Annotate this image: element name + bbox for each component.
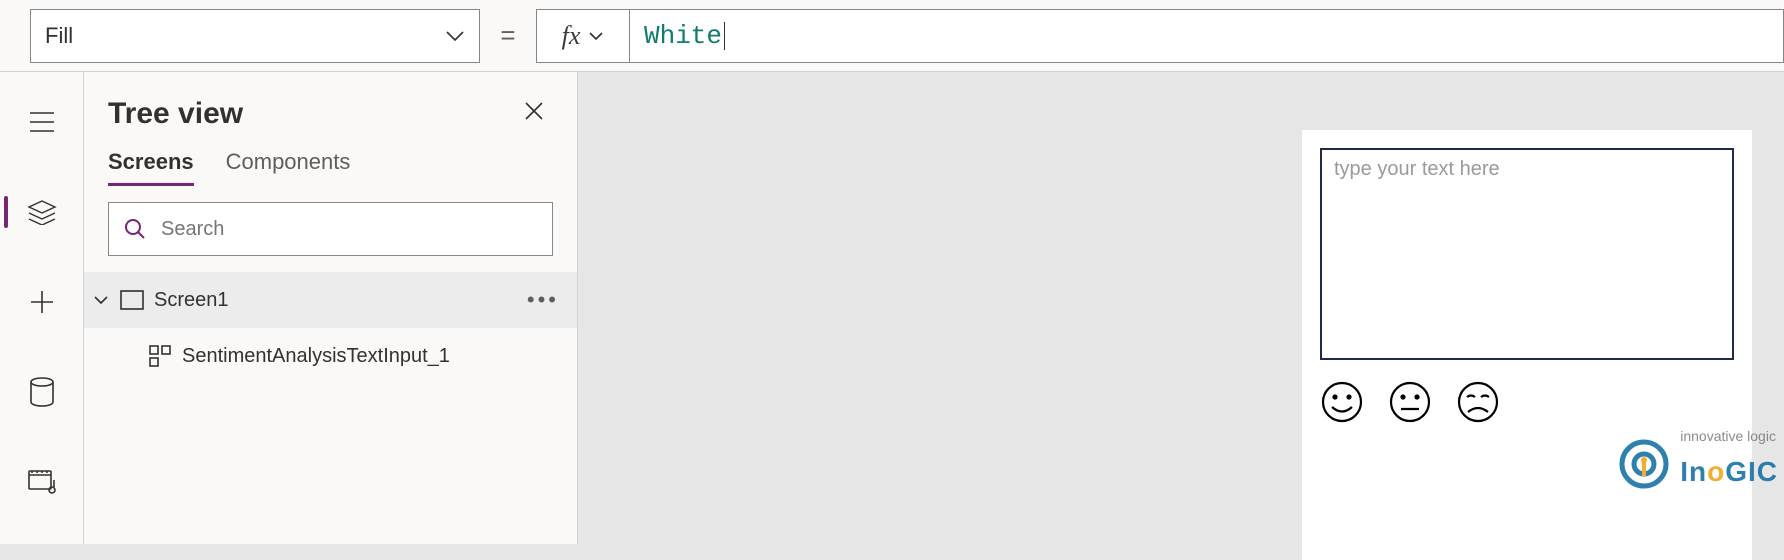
property-selector-label: Fill: [45, 23, 445, 49]
more-button[interactable]: •••: [527, 287, 559, 313]
data-button[interactable]: [0, 368, 83, 416]
fx-icon: fx: [562, 21, 581, 51]
tab-components[interactable]: Components: [226, 149, 351, 186]
search-icon: [123, 217, 147, 241]
tree-view-header: Tree view: [84, 72, 577, 141]
tree-view-panel: Tree view Screens Components Screen1 •••: [84, 72, 578, 544]
formula-bar: Fill = fx White: [0, 0, 1784, 72]
search-input[interactable]: [161, 218, 538, 241]
canvas[interactable]: type your text here: [578, 72, 1784, 544]
sentiment-text-input[interactable]: type your text here: [1320, 148, 1734, 360]
media-icon: [27, 469, 57, 495]
tree-view-title: Tree view: [108, 97, 515, 131]
brand-tagline: innovative logic: [1680, 428, 1778, 444]
chevron-down-icon: [588, 31, 604, 41]
database-icon: [29, 377, 55, 407]
left-rail: [0, 72, 84, 544]
close-button[interactable]: [515, 92, 553, 135]
tree-items: Screen1 ••• SentimentAnalysisTextInput_1: [84, 272, 577, 544]
neutral-face-icon: [1388, 380, 1432, 424]
brand-text-block: innovative logic InoGIC: [1680, 440, 1778, 488]
plus-icon: [29, 289, 55, 315]
media-button[interactable]: [0, 458, 83, 506]
main: Tree view Screens Components Screen1 •••: [0, 72, 1784, 544]
fx-button[interactable]: fx: [536, 9, 630, 63]
watermark: innovative logic InoGIC: [1618, 438, 1778, 490]
component-icon: [148, 344, 172, 368]
screen-icon: [120, 290, 144, 310]
search-wrap: [84, 186, 577, 272]
tab-screens[interactable]: Screens: [108, 149, 194, 186]
chevron-down-icon: [445, 30, 465, 42]
tree-item-label: SentimentAnalysisTextInput_1: [182, 345, 450, 368]
screen-preview: type your text here: [1302, 130, 1752, 560]
chevron-down-icon: [92, 294, 110, 306]
tree-item-screen1[interactable]: Screen1 •••: [84, 272, 577, 328]
formula-input[interactable]: White: [630, 9, 1784, 63]
tree-item-label: Screen1: [154, 289, 229, 312]
happy-face-icon: [1320, 380, 1364, 424]
emoji-row: [1320, 380, 1734, 424]
text-cursor: [724, 22, 725, 50]
sad-face-icon: [1456, 380, 1500, 424]
tree-view-button[interactable]: [0, 188, 83, 236]
tree-view-tabs: Screens Components: [84, 141, 577, 186]
hamburger-icon: [28, 110, 56, 134]
brand-name: InoGIC: [1680, 456, 1778, 487]
property-selector[interactable]: Fill: [30, 9, 480, 63]
layers-icon: [27, 199, 57, 225]
tree-item-sentiment-input[interactable]: SentimentAnalysisTextInput_1: [84, 328, 577, 384]
brand-logo-icon: [1618, 438, 1670, 490]
close-icon: [523, 100, 545, 122]
search-box[interactable]: [108, 202, 553, 256]
text-input-placeholder: type your text here: [1334, 158, 1500, 180]
hamburger-button[interactable]: [0, 98, 83, 146]
insert-button[interactable]: [0, 278, 83, 326]
equals-label: =: [480, 20, 536, 51]
formula-text: White: [644, 21, 722, 51]
